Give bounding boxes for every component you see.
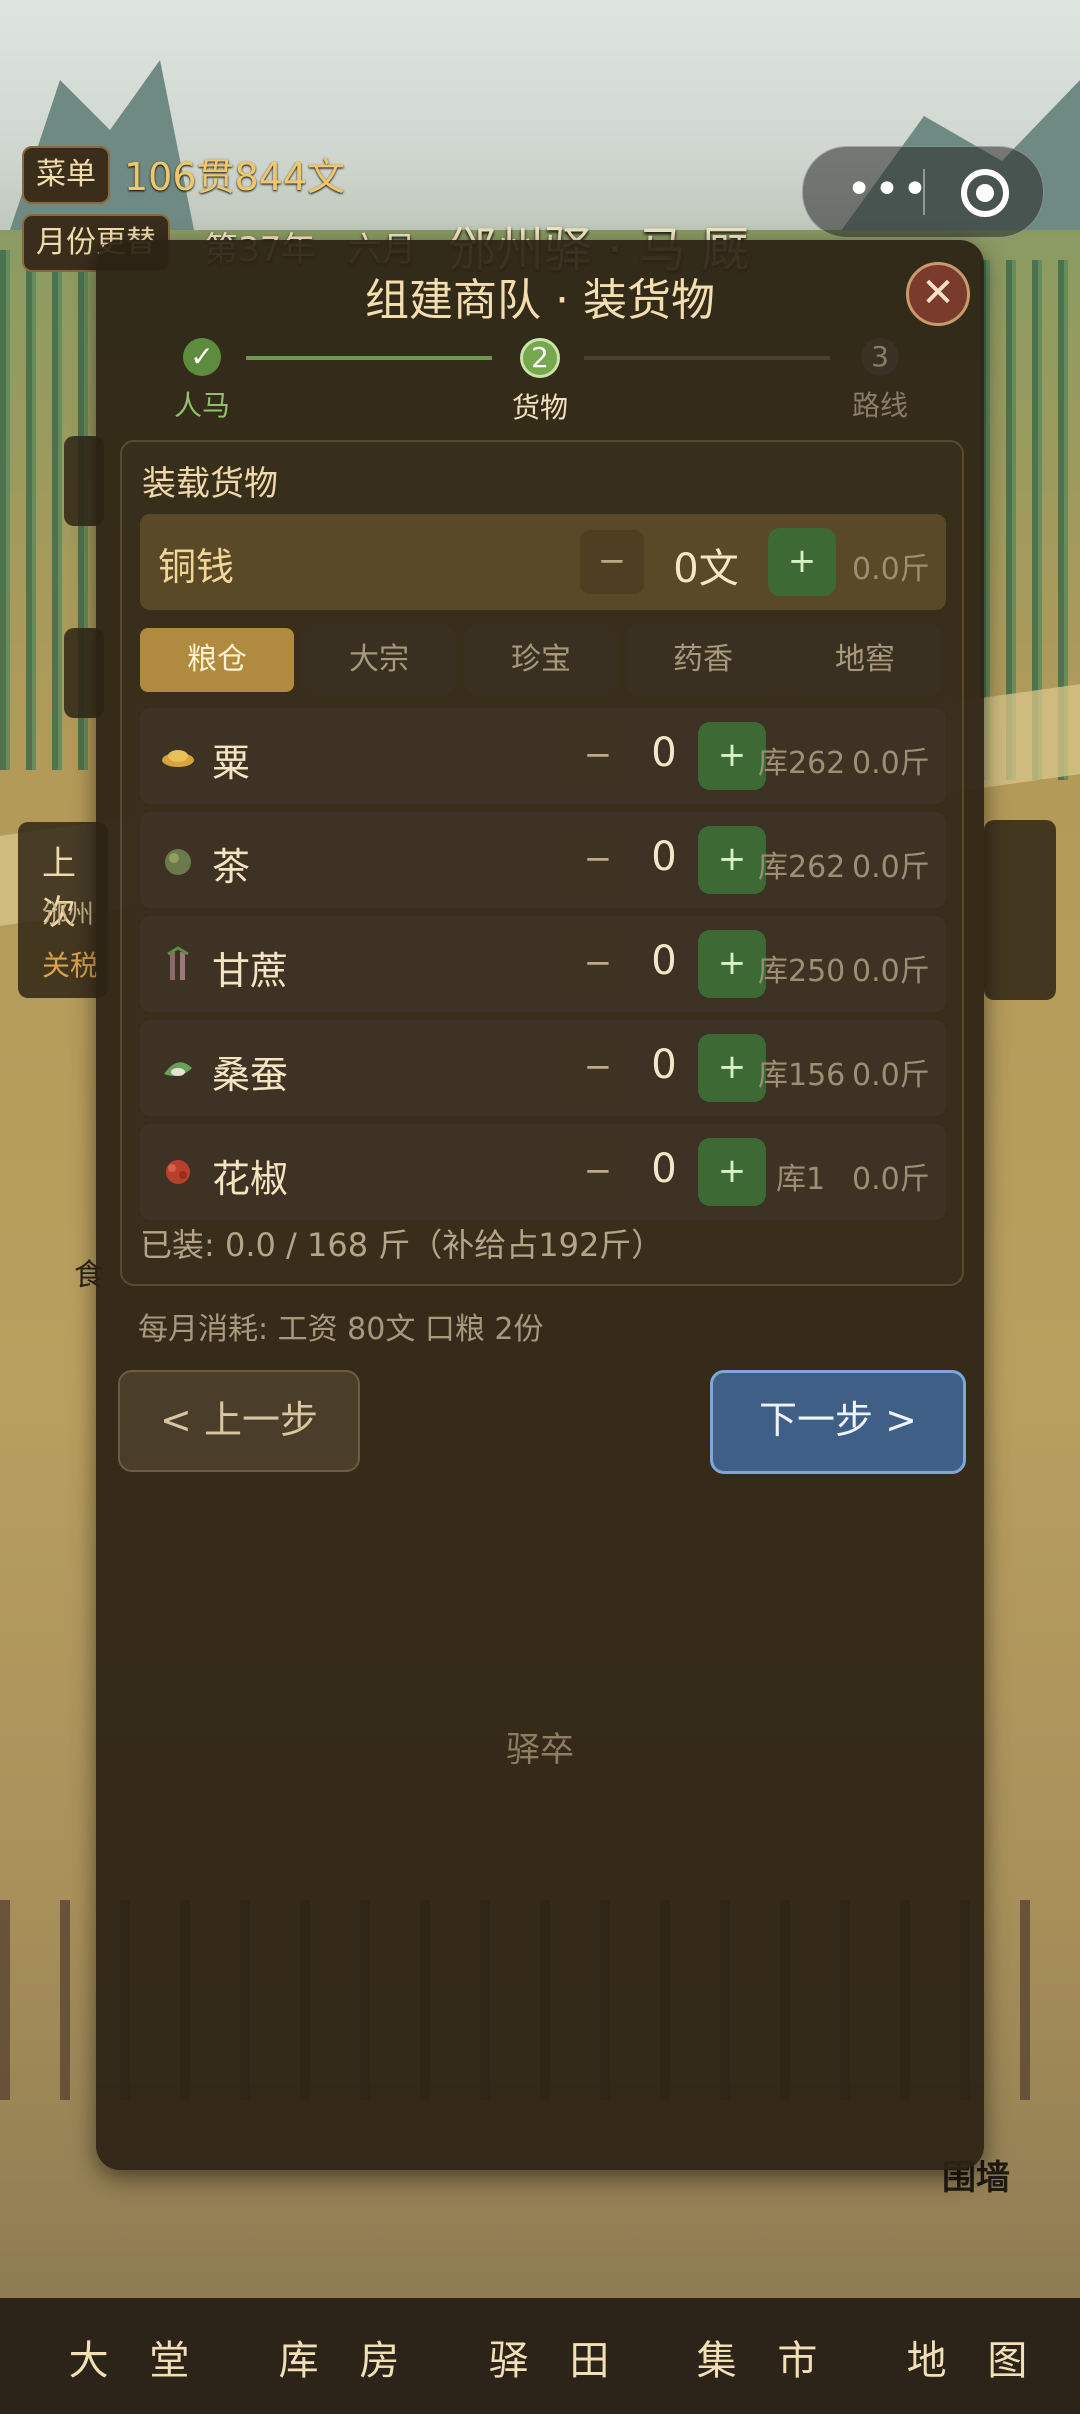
coin-name: 铜钱: [158, 545, 235, 589]
step-people: ✓ 人马: [142, 338, 262, 424]
close-button[interactable]: ✕: [906, 262, 970, 326]
previous-step-button[interactable]: < 上一步: [118, 1370, 360, 1472]
tea-icon: [165, 849, 191, 875]
cargo-panel: 装载货物 铜钱 − 0文 + 0.0斤 粮仓 大宗 珍宝 药香 地窖 粟 − 0…: [120, 440, 964, 1286]
goods-stock: 库262: [758, 850, 846, 885]
goods-minus-button[interactable]: −: [566, 1140, 630, 1204]
goods-qty: 0: [651, 938, 677, 984]
caravan-modal: 组建商队 · 装货物 ✕ ✓ 人马 2 货物 3 路线 装载货物 铜钱 − 0文…: [96, 240, 984, 2170]
coin-minus-button[interactable]: −: [580, 530, 644, 594]
goods-minus-button[interactable]: −: [566, 724, 630, 788]
monthly-cost: 每月消耗: 工资 80文 口粮 2份: [138, 1312, 544, 1347]
tab-bulk[interactable]: 大宗: [302, 628, 456, 692]
cargo-panel-title: 装载货物: [142, 464, 278, 504]
category-tabs: 粮仓 大宗 珍宝 药香 地窖: [140, 628, 946, 694]
goods-row-sugarcane: 甘蔗 − 0 + 库250 0.0斤: [140, 916, 946, 1012]
tab-herbs[interactable]: 药香: [626, 628, 780, 692]
goods-qty: 0: [651, 730, 677, 776]
step-goods-number: 2: [520, 338, 560, 378]
step-route: 3 路线: [820, 338, 940, 424]
goods-weight: 0.0斤: [852, 1162, 930, 1197]
nav-hall[interactable]: 大 堂: [36, 2328, 236, 2386]
step-route-label: 路线: [851, 389, 908, 422]
coin-row: 铜钱 − 0文 + 0.0斤: [140, 514, 946, 610]
step-line-pending: [584, 356, 830, 360]
last-trip-line2: 关税: [42, 949, 99, 982]
millet-icon: [162, 750, 194, 767]
goods-weight: 0.0斤: [852, 1058, 930, 1093]
modal-title: 组建商队 · 装货物: [365, 275, 715, 326]
step-goods: 2 货物: [480, 338, 600, 426]
bottom-nav: 大 堂 库 房 驿 田 集 市 地 图: [0, 2298, 1080, 2414]
step-people-check-icon: ✓: [183, 338, 221, 376]
goods-stock: 库1: [776, 1162, 826, 1197]
capsule-divider: [923, 169, 925, 215]
pepper-icon: [166, 1160, 190, 1184]
menu-button[interactable]: 菜单: [22, 146, 110, 204]
goods-name: 花椒: [212, 1157, 289, 1201]
coin-qty: 0文: [673, 546, 739, 592]
last-trip-card[interactable]: 上次 邠州 关税: [18, 822, 108, 998]
goods-plus-button[interactable]: +: [698, 1034, 766, 1102]
mini-program-capsule: •••: [802, 146, 1044, 238]
tab-granary[interactable]: 粮仓: [140, 628, 294, 692]
goods-qty: 0: [651, 1042, 677, 1088]
coin-weight: 0.0斤: [852, 552, 930, 587]
money-display: 106贯844文: [124, 155, 346, 199]
goods-name: 甘蔗: [212, 949, 289, 993]
step-goods-label: 货物: [511, 391, 568, 424]
step-people-label: 人马: [173, 389, 230, 422]
goods-row-millet: 粟 − 0 + 库262 0.0斤: [140, 708, 946, 804]
goods-plus-button[interactable]: +: [698, 1138, 766, 1206]
sugarcane-icon: [167, 946, 189, 980]
nav-storehouse[interactable]: 库 房: [246, 2328, 446, 2386]
goods-minus-button[interactable]: −: [566, 1036, 630, 1100]
goods-row-tea: 茶 − 0 + 库262 0.0斤: [140, 812, 946, 908]
goods-minus-button[interactable]: −: [566, 828, 630, 892]
goods-name: 茶: [212, 845, 251, 889]
goods-row-pepper: 花椒 − 0 + 库1 0.0斤: [140, 1124, 946, 1220]
step-route-number: 3: [861, 338, 899, 376]
goods-plus-button[interactable]: +: [698, 930, 766, 998]
tab-cellar[interactable]: 地窖: [788, 628, 942, 692]
next-step-button[interactable]: 下一步 >: [710, 1370, 966, 1474]
loaded-weight-summary: 已装: 0.0 / 168 斤（补给占192斤）: [140, 1226, 664, 1264]
goods-name: 粟: [212, 741, 251, 785]
nav-map[interactable]: 地 图: [874, 2328, 1074, 2386]
goods-stock: 库250: [758, 954, 846, 989]
goods-row-silkworm: 桑蚕 − 0 + 库156 0.0斤: [140, 1020, 946, 1116]
silkworm-icon: [164, 1062, 192, 1076]
more-options-icon[interactable]: •••: [833, 147, 943, 237]
scene-label-soldier: 驿卒: [506, 1730, 574, 1770]
right-side-card: [984, 820, 1056, 1000]
nav-fields[interactable]: 驿 田: [456, 2328, 656, 2386]
last-trip-line1: 邠州: [42, 900, 95, 930]
goods-plus-button[interactable]: +: [698, 722, 766, 790]
step-line-done: [246, 356, 492, 360]
goods-weight: 0.0斤: [852, 746, 930, 781]
tab-treasure[interactable]: 珍宝: [464, 628, 618, 692]
goods-weight: 0.0斤: [852, 850, 930, 885]
goods-weight: 0.0斤: [852, 954, 930, 989]
goods-plus-button[interactable]: +: [698, 826, 766, 894]
close-miniprogram-icon[interactable]: [961, 169, 1009, 217]
goods-stock: 库262: [758, 746, 846, 781]
goods-stock: 库156: [758, 1058, 846, 1093]
goods-qty: 0: [651, 834, 677, 880]
goods-qty: 0: [651, 1146, 677, 1192]
coin-plus-button[interactable]: +: [768, 528, 836, 596]
nav-market[interactable]: 集 市: [664, 2328, 864, 2386]
goods-name: 桑蚕: [212, 1053, 289, 1097]
goods-minus-button[interactable]: −: [566, 932, 630, 996]
